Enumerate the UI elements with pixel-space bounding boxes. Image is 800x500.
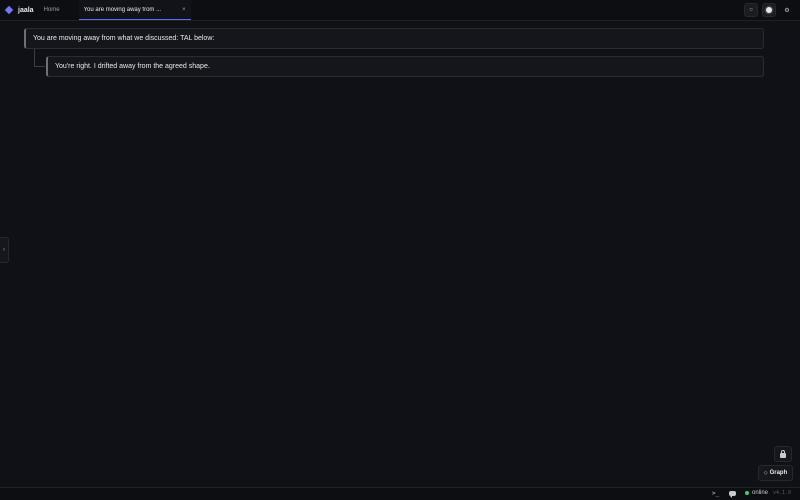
message-reply[interactable]: You're right. I drifted away from the ag… xyxy=(46,56,764,77)
lock-icon xyxy=(780,449,786,458)
message-text: You are moving away from what we discuss… xyxy=(33,35,215,42)
online-label: online xyxy=(752,490,769,496)
diamond-logo-icon xyxy=(4,5,14,15)
graph-icon: ◇ xyxy=(763,470,768,476)
lock-button[interactable] xyxy=(774,446,792,462)
circle-icon: ○ xyxy=(749,7,753,13)
record-icon xyxy=(766,7,772,13)
message-text: You're right. I drifted away from the ag… xyxy=(55,63,210,70)
status-dot-icon xyxy=(745,491,749,495)
chevron-right-icon: › xyxy=(3,247,5,253)
settings-button[interactable]: ⚙ xyxy=(780,3,794,17)
chat-icon[interactable] xyxy=(729,491,736,498)
tab-active-label: You are moving away from ... xyxy=(83,6,162,13)
tab-home[interactable]: Home xyxy=(44,0,60,20)
gear-icon: ⚙ xyxy=(784,7,790,14)
terminal-icon[interactable]: >_ xyxy=(712,490,719,497)
sidebar-toggle[interactable]: › xyxy=(0,237,9,263)
message-user[interactable]: You are moving away from what we discuss… xyxy=(24,28,764,49)
graph-label: Graph xyxy=(769,470,788,476)
brand[interactable]: jaala xyxy=(0,0,34,20)
version-label: v4.1.0 xyxy=(773,490,792,496)
status-bar: >_ online v4.1.0 xyxy=(0,487,800,500)
circle-toggle-button[interactable]: ○ xyxy=(744,3,758,17)
top-actions: ○ ⚙ xyxy=(744,3,794,17)
status-online: online xyxy=(745,490,768,496)
top-bar: jaala Home You are moving away from ... … xyxy=(0,0,800,21)
close-icon[interactable]: × xyxy=(182,7,186,13)
thread-connector xyxy=(34,49,45,67)
tab-home-label: Home xyxy=(43,7,60,13)
app-name: jaala xyxy=(18,6,34,14)
graph-button[interactable]: ◇ Graph xyxy=(758,465,793,481)
tab-active-conversation[interactable]: You are moving away from ... × xyxy=(78,0,191,20)
record-button[interactable] xyxy=(762,3,776,17)
